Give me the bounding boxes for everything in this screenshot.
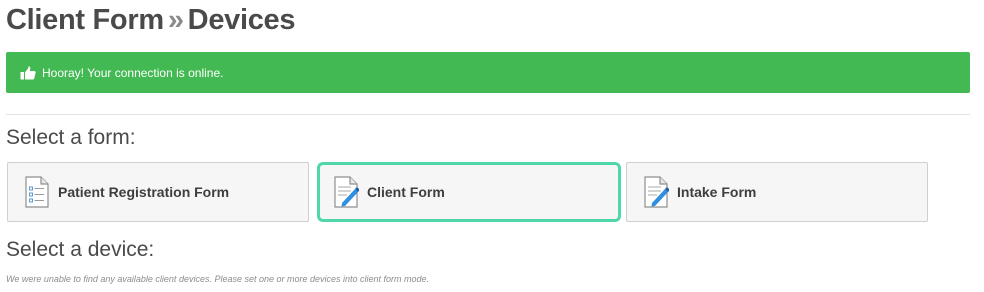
form-card-patient-registration[interactable]: Patient Registration Form	[7, 162, 309, 222]
breadcrumb-separator: »	[167, 4, 184, 36]
page-title: Client Form» Devices	[6, 4, 296, 37]
divider	[6, 114, 970, 115]
select-form-heading: Select a form:	[6, 126, 136, 149]
no-devices-message: We were unable to find any available cli…	[6, 274, 430, 284]
document-pen-icon	[643, 176, 670, 208]
page-title-section: Devices	[187, 4, 296, 36]
page-title-form: Client Form	[6, 4, 164, 36]
document-pen-icon	[333, 176, 360, 208]
form-card-client-form[interactable]: Client Form	[317, 162, 621, 222]
alert-message: Hooray! Your connection is online.	[42, 65, 224, 80]
form-card-intake-form[interactable]: Intake Form	[626, 162, 928, 222]
checklist-document-icon	[24, 176, 50, 208]
form-card-label: Client Form	[367, 184, 445, 200]
page: Client Form» Devices Hooray! Your connect…	[0, 0, 984, 292]
select-device-heading: Select a device:	[6, 238, 155, 261]
thumbs-up-icon	[20, 65, 36, 80]
form-card-label: Intake Form	[677, 184, 757, 200]
form-card-label: Patient Registration Form	[58, 184, 230, 200]
connection-status-alert: Hooray! Your connection is online.	[6, 52, 970, 93]
